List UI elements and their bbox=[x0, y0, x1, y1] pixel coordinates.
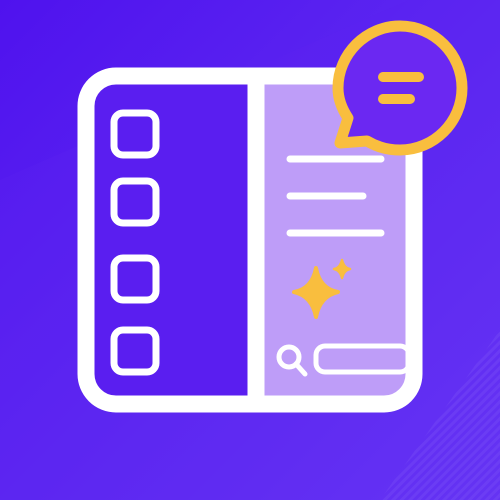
app-icon-artwork bbox=[0, 0, 500, 500]
chat-bubble-icon bbox=[332, 20, 468, 156]
chat-bubble bbox=[332, 20, 468, 156]
app-icon-canvas bbox=[0, 0, 500, 500]
